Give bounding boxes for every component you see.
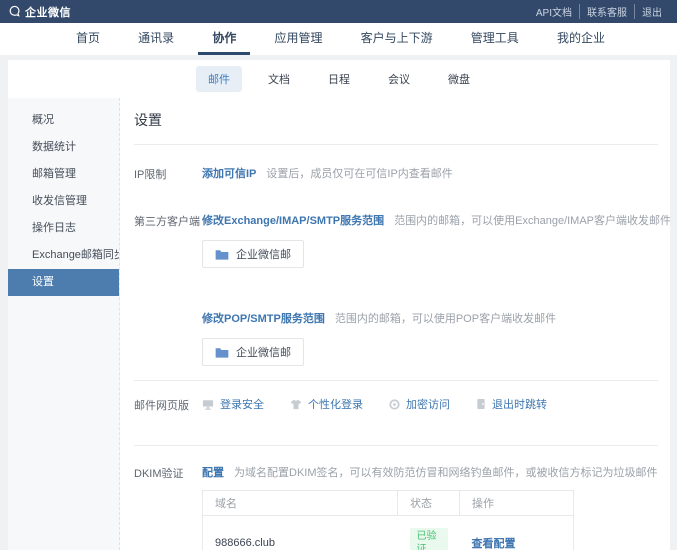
chat-bubble-icon — [8, 5, 21, 18]
content-card: 邮件 文档 日程 会议 微盘 概况 数据统计 邮箱管理 收发信管理 操作日志 E… — [8, 60, 670, 550]
personalized-login-link[interactable]: 个性化登录 — [290, 396, 363, 412]
scope-tag-label: 企业微信邮 — [236, 246, 291, 262]
webmail-section: 邮件网页版 登录安全 — [134, 380, 658, 427]
column-header-action: 操作 — [460, 491, 574, 516]
logo: 企业微信 — [8, 4, 71, 20]
encrypted-access-link[interactable]: 加密访问 — [389, 396, 450, 412]
sidebar: 概况 数据统计 邮箱管理 收发信管理 操作日志 Exchange邮箱同步 设置 — [8, 98, 120, 550]
login-security-link[interactable]: 登录安全 — [202, 396, 264, 412]
page-title: 设置 — [134, 110, 658, 130]
scope-tag-exchange[interactable]: 企业微信邮 — [202, 240, 304, 268]
section-label: IP限制 — [134, 165, 202, 182]
domain-cell: 988666.club — [203, 516, 398, 550]
ip-restriction-desc: 设置后，成员仅可在可信IP内查看邮件 — [266, 165, 452, 181]
column-header-status: 状态 — [398, 491, 460, 516]
folder-icon — [215, 347, 229, 358]
card-body: 概况 数据统计 邮箱管理 收发信管理 操作日志 Exchange邮箱同步 设置 … — [8, 98, 670, 550]
section-label: 第三方客户端 — [134, 212, 202, 366]
api-docs-link[interactable]: API文档 — [529, 4, 580, 19]
nav-contacts[interactable]: 通讯录 — [124, 23, 188, 55]
nav-collaboration[interactable]: 协作 — [198, 23, 250, 55]
topbar: 企业微信 API文档 联系客服 退出 — [0, 0, 677, 23]
edit-pop-smtp-link[interactable]: 修改POP/SMTP服务范围 — [202, 310, 325, 326]
sidebar-item-statistics[interactable]: 数据统计 — [8, 134, 119, 161]
pop-smtp-block: 修改POP/SMTP服务范围 范围内的邮箱，可以使用POP客户端收发邮件 企业微… — [202, 310, 658, 366]
door-icon — [476, 398, 486, 410]
status-badge: 已验证 — [410, 528, 448, 550]
scope-tag-pop[interactable]: 企业微信邮 — [202, 338, 304, 366]
nav-customers[interactable]: 客户与上下游 — [347, 23, 447, 55]
dkim-domain-table: 域名 状态 操作 988666.club 已验证 查看配置 — [202, 490, 574, 550]
nav-admin-tools[interactable]: 管理工具 — [457, 23, 533, 55]
subtab-meeting[interactable]: 会议 — [376, 66, 422, 92]
ring-icon — [389, 399, 400, 410]
subtab-docs[interactable]: 文档 — [256, 66, 302, 92]
dkim-desc: 为域名配置DKIM签名，可以有效防范仿冒和网络钓鱼邮件，或被收信方标记为垃圾邮件 — [234, 464, 658, 480]
nav-home[interactable]: 首页 — [62, 23, 114, 55]
logout-link[interactable]: 退出 — [635, 4, 669, 19]
app-title: 企业微信 — [25, 4, 71, 20]
sidebar-item-overview[interactable]: 概况 — [8, 107, 119, 134]
section-label: DKIM验证 — [134, 464, 202, 550]
dkim-section: DKIM验证 配置 为域名配置DKIM签名，可以有效防范仿冒和网络钓鱼邮件，或被… — [134, 445, 658, 550]
edit-exchange-imap-smtp-link[interactable]: 修改Exchange/IMAP/SMTP服务范围 — [202, 212, 384, 228]
sidebar-item-exchange-sync[interactable]: Exchange邮箱同步 — [8, 242, 119, 269]
subtab-mail[interactable]: 邮件 — [196, 66, 242, 92]
view-config-link[interactable]: 查看配置 — [472, 538, 516, 550]
subtab-calendar[interactable]: 日程 — [316, 66, 362, 92]
exchange-imap-smtp-desc: 范围内的邮箱，可以使用Exchange/IMAP客户端收发邮件 — [394, 212, 670, 228]
sidebar-item-settings[interactable]: 设置 — [8, 269, 119, 296]
third-party-client-section: 第三方客户端 修改Exchange/IMAP/SMTP服务范围 范围内的邮箱，可… — [134, 212, 658, 366]
sub-nav: 邮件 文档 日程 会议 微盘 — [8, 60, 670, 92]
logout-redirect-link[interactable]: 退出时跳转 — [476, 396, 547, 412]
exchange-imap-smtp-block: 修改Exchange/IMAP/SMTP服务范围 范围内的邮箱，可以使用Exch… — [202, 212, 658, 268]
nav-apps[interactable]: 应用管理 — [260, 23, 336, 55]
page: 企业微信 API文档 联系客服 退出 首页 通讯录 协作 应用管理 客户与上下游… — [0, 0, 677, 550]
monitor-icon — [202, 399, 214, 410]
divider — [134, 144, 658, 145]
nav-my-company[interactable]: 我的企业 — [543, 23, 619, 55]
add-trusted-ip-link[interactable]: 添加可信IP — [202, 165, 256, 181]
subtab-drive[interactable]: 微盘 — [436, 66, 482, 92]
main-nav: 首页 通讯录 协作 应用管理 客户与上下游 管理工具 我的企业 — [0, 23, 677, 55]
table-row: 988666.club 已验证 查看配置 — [203, 516, 574, 550]
column-header-domain: 域名 — [203, 491, 398, 516]
scope-tag-label: 企业微信邮 — [236, 344, 291, 360]
folder-icon — [215, 249, 229, 260]
pop-smtp-desc: 范围内的邮箱，可以使用POP客户端收发邮件 — [335, 310, 556, 326]
ip-restriction-section: IP限制 添加可信IP 设置后，成员仅可在可信IP内查看邮件 — [134, 165, 658, 182]
contact-support-link[interactable]: 联系客服 — [580, 4, 635, 19]
dkim-config-link[interactable]: 配置 — [202, 464, 224, 480]
sidebar-item-mailbox-management[interactable]: 邮箱管理 — [8, 161, 119, 188]
sidebar-item-send-receive[interactable]: 收发信管理 — [8, 188, 119, 215]
section-label: 邮件网页版 — [134, 396, 202, 413]
sidebar-item-operation-log[interactable]: 操作日志 — [8, 215, 119, 242]
tshirt-icon — [290, 399, 302, 410]
table-header-row: 域名 状态 操作 — [203, 491, 574, 516]
settings-panel: 设置 IP限制 添加可信IP 设置后，成员仅可在可信IP内查看邮件 第三方客户端 — [120, 98, 670, 550]
topbar-links: API文档 联系客服 退出 — [529, 4, 669, 19]
